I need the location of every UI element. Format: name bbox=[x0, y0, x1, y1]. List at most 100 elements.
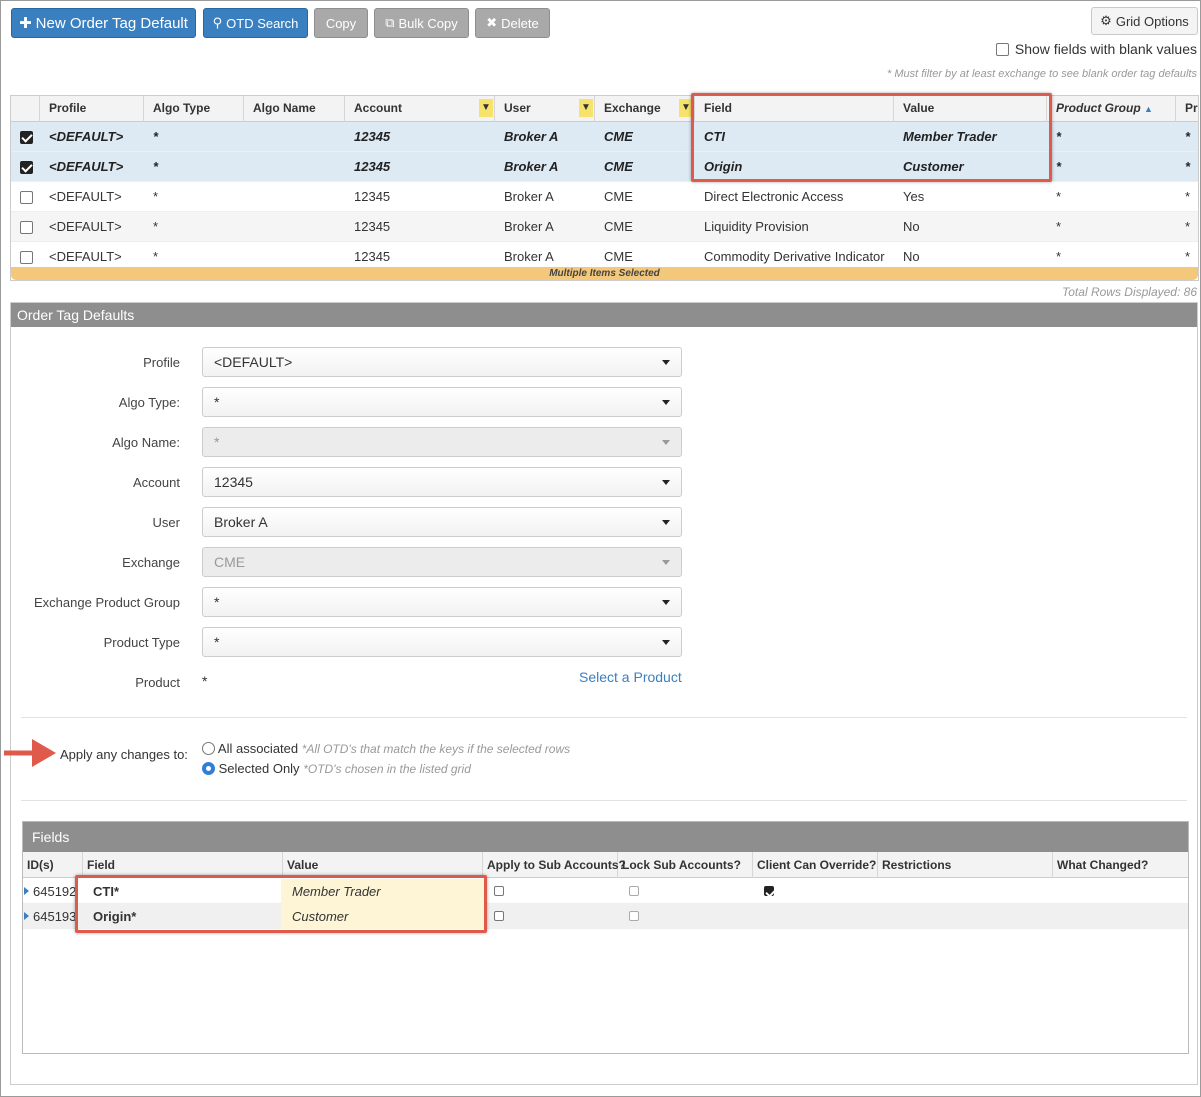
row-checkbox[interactable] bbox=[20, 251, 33, 264]
table-row[interactable]: <DEFAULT> * 12345 Broker A CME Liquidity… bbox=[11, 212, 1198, 242]
blank-values-checkbox[interactable] bbox=[995, 42, 1009, 56]
row-checkbox[interactable] bbox=[20, 221, 33, 234]
bulk-copy-label: Bulk Copy bbox=[398, 15, 458, 31]
apply-all-radio[interactable] bbox=[202, 742, 215, 755]
product-value: * bbox=[202, 673, 208, 689]
cell-product-group: * bbox=[1056, 189, 1062, 204]
cell-profile: <DEFAULT> bbox=[49, 129, 124, 144]
order-tag-defaults-panel: Order Tag Defaults Profile <DEFAULT> Alg… bbox=[10, 302, 1198, 1085]
cell-exchange: CME bbox=[604, 129, 633, 144]
blank-values-label: Show fields with blank values bbox=[1014, 41, 1197, 57]
apply-all-hint: *All OTD's that match the keys if the se… bbox=[301, 742, 571, 756]
copy-icon: ⧉ bbox=[385, 15, 395, 30]
cell-user: Broker A bbox=[504, 189, 554, 204]
delete-button[interactable]: ✖ Delete bbox=[475, 8, 550, 38]
col-apply-sub-accounts[interactable]: Apply to Sub Accounts? bbox=[483, 852, 626, 878]
apply-all-associated-option[interactable]: All associated *All OTD's that match the… bbox=[202, 741, 570, 756]
exchange-product-group-select[interactable]: * bbox=[202, 587, 682, 617]
col-client-can-override[interactable]: Client Can Override? bbox=[753, 852, 878, 878]
col-algo-name[interactable]: Algo Name bbox=[244, 96, 345, 122]
product-type-label: Product Type bbox=[103, 635, 180, 650]
algo-name-select: * bbox=[202, 427, 682, 457]
divider bbox=[21, 717, 1187, 718]
apply-selected-only-option[interactable]: Selected Only *OTD's chosen in the liste… bbox=[202, 761, 471, 776]
chevron-down-icon bbox=[662, 400, 670, 405]
lock-sub-accounts-checkbox[interactable] bbox=[629, 911, 639, 921]
chevron-down-icon bbox=[662, 480, 670, 485]
row-checkbox[interactable] bbox=[20, 161, 33, 174]
profile-label: Profile bbox=[143, 355, 180, 370]
fields-title: Fields bbox=[23, 822, 1188, 852]
algo-type-select[interactable]: * bbox=[202, 387, 682, 417]
cell-user: Broker A bbox=[504, 159, 559, 174]
cell-account: 12345 bbox=[354, 159, 391, 174]
cell-exchange: CME bbox=[604, 159, 633, 174]
gear-icon: ⚙ bbox=[1100, 13, 1112, 28]
col-profile[interactable]: Profile bbox=[40, 96, 144, 122]
expand-row-icon[interactable] bbox=[24, 912, 29, 920]
apply-all-label: All associated bbox=[217, 741, 299, 756]
select-product-link[interactable]: Select a Product bbox=[579, 669, 682, 685]
cell-account: 12345 bbox=[354, 189, 391, 204]
col-lock-sub-accounts[interactable]: Lock Sub Accounts? bbox=[618, 852, 753, 878]
col-algo-type[interactable]: Algo Type bbox=[144, 96, 244, 122]
cell-product-group: * bbox=[1056, 129, 1062, 144]
cell-pro: * bbox=[1185, 219, 1191, 234]
col-restrictions[interactable]: Restrictions bbox=[878, 852, 1053, 878]
row-checkbox[interactable] bbox=[20, 131, 33, 144]
col-ids[interactable]: ID(s) bbox=[23, 852, 83, 878]
apply-sub-accounts-checkbox[interactable] bbox=[494, 911, 504, 921]
exchange-label: Exchange bbox=[122, 555, 180, 570]
cell-profile: <DEFAULT> bbox=[49, 189, 122, 204]
cell-id: 645192 bbox=[33, 884, 77, 899]
blank-values-toggle[interactable]: Show fields with blank values bbox=[995, 41, 1197, 57]
copy-label: Copy bbox=[325, 15, 357, 31]
expand-row-icon[interactable] bbox=[24, 887, 29, 895]
total-rows-label: Total Rows Displayed: 86 bbox=[1062, 285, 1197, 299]
col-account[interactable]: Account bbox=[345, 96, 495, 122]
exchange-product-group-label: Exchange Product Group bbox=[34, 595, 180, 610]
apply-selected-radio[interactable] bbox=[202, 762, 215, 775]
algo-type-label: Algo Type: bbox=[118, 395, 180, 410]
grid-options-button[interactable]: ⚙ Grid Options bbox=[1091, 7, 1198, 35]
otd-search-button[interactable]: ⚲ OTD Search bbox=[203, 8, 308, 38]
selection-banner: Multiple Items Selected bbox=[11, 267, 1198, 280]
apply-selected-label: Selected Only bbox=[218, 761, 300, 776]
apply-changes-label: Apply any changes to: bbox=[60, 747, 188, 762]
cell-id: 645193 bbox=[33, 909, 77, 924]
user-filter-icon[interactable]: ▼ bbox=[579, 99, 593, 117]
chevron-down-icon bbox=[662, 600, 670, 605]
cell-value: No bbox=[903, 219, 920, 234]
col-product-group[interactable]: Product Group ▲ bbox=[1047, 96, 1176, 122]
col-pro[interactable]: Pro bbox=[1176, 96, 1198, 122]
account-select[interactable]: 12345 bbox=[202, 467, 682, 497]
product-label: Product bbox=[135, 675, 180, 690]
account-filter-icon[interactable]: ▼ bbox=[479, 99, 493, 117]
col-what-changed[interactable]: What Changed? bbox=[1053, 852, 1190, 878]
row-checkbox[interactable] bbox=[20, 191, 33, 204]
apply-sub-accounts-checkbox[interactable] bbox=[494, 886, 504, 896]
new-order-tag-default-label: New Order Tag Default bbox=[35, 14, 188, 32]
otd-search-label: OTD Search bbox=[226, 15, 299, 31]
cell-algo-type: * bbox=[153, 129, 159, 144]
client-can-override-checkbox[interactable] bbox=[764, 886, 774, 896]
apply-selected-hint: *OTD's chosen in the listed grid bbox=[303, 762, 471, 776]
copy-button[interactable]: Copy bbox=[314, 8, 368, 38]
chevron-down-icon bbox=[662, 520, 670, 525]
cell-algo-type: * bbox=[153, 189, 159, 204]
cell-pro: * bbox=[1185, 189, 1191, 204]
table-row[interactable]: <DEFAULT> * 12345 Broker A CME Direct El… bbox=[11, 182, 1198, 212]
cell-algo-type: * bbox=[153, 159, 159, 174]
new-order-tag-default-button[interactable]: ✚ New Order Tag Default bbox=[11, 8, 196, 38]
profile-select[interactable]: <DEFAULT> bbox=[202, 347, 682, 377]
product-type-select[interactable]: * bbox=[202, 627, 682, 657]
fields-highlight-box bbox=[75, 875, 487, 933]
plus-icon: ✚ bbox=[19, 15, 32, 32]
user-label: User bbox=[152, 515, 180, 530]
cell-exchange: CME bbox=[604, 189, 633, 204]
select-column-header bbox=[11, 96, 40, 122]
bulk-copy-button[interactable]: ⧉ Bulk Copy bbox=[374, 8, 469, 38]
cell-field: Direct Electronic Access bbox=[704, 189, 844, 204]
user-select[interactable]: Broker A bbox=[202, 507, 682, 537]
lock-sub-accounts-checkbox[interactable] bbox=[629, 886, 639, 896]
